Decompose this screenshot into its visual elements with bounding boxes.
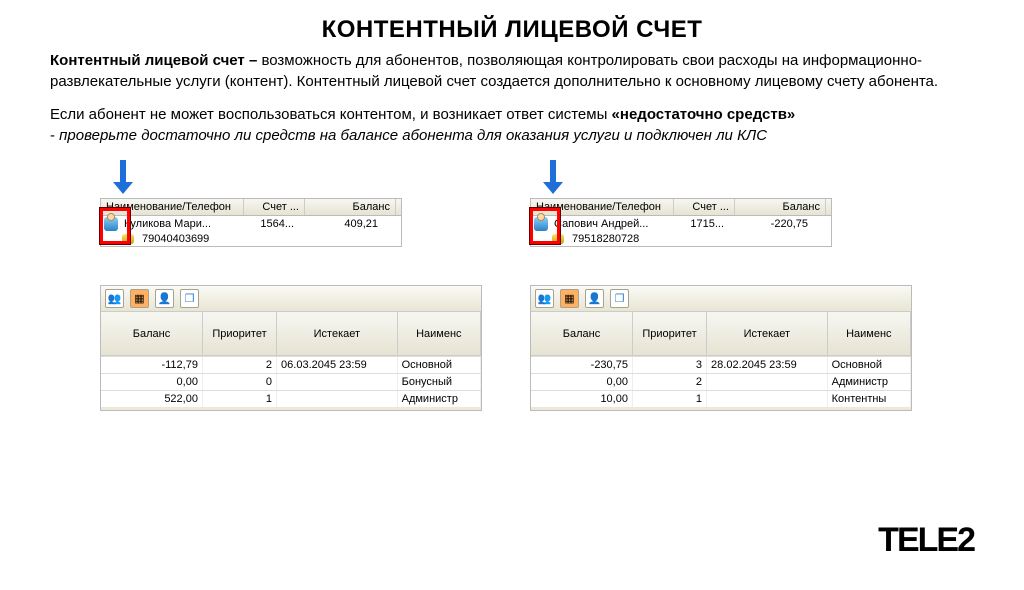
- toolbar-icon-2[interactable]: ▦: [130, 289, 149, 308]
- desc-p2: Если абонент не может воспользоваться ко…: [50, 106, 612, 123]
- subscriber-panel: Наименование/Телефон Счет ... Баланс Кул…: [100, 198, 402, 247]
- grid-col-name: Наименс: [828, 312, 911, 356]
- grid-row[interactable]: -230,75 3 28.02.2045 23:59 Основной: [531, 356, 911, 373]
- subscriber-balance: 409,21: [296, 218, 380, 230]
- arrow-down-icon: [542, 160, 564, 196]
- balance-grid-panel: 👥 ▦ 👤 ❐ Баланс Приоритет Истекает Наимен…: [530, 285, 912, 411]
- col-account: Счет ...: [674, 199, 735, 215]
- arrow-down-icon: [112, 160, 134, 196]
- subscriber-account: 1715...: [672, 218, 726, 230]
- grid-row[interactable]: 0,00 0 Бонусный: [101, 373, 481, 390]
- grid-toolbar: 👥 ▦ 👤 ❐: [101, 286, 481, 312]
- person-icon: [534, 217, 548, 231]
- grid-row[interactable]: 522,00 1 Администр: [101, 390, 481, 407]
- grid-toolbar: 👥 ▦ 👤 ❐: [531, 286, 911, 312]
- toolbar-icon-4[interactable]: ❐: [610, 289, 629, 308]
- desc-p2-bold: «недостаточно средств»: [612, 106, 796, 123]
- grid-col-expires: Истекает: [707, 312, 828, 356]
- col-account: Счет ...: [244, 199, 305, 215]
- phone-row[interactable]: 79518280728: [531, 232, 831, 246]
- desc-p3-dash: -: [50, 127, 59, 144]
- page-title: КОНТЕНТНЫЙ ЛИЦЕВОЙ СЧЕТ: [0, 16, 1024, 44]
- left-column: Наименование/Телефон Счет ... Баланс Кул…: [100, 164, 490, 411]
- subscriber-row[interactable]: Куликова Мари... 1564... 409,21: [101, 216, 401, 232]
- grid-col-name: Наименс: [398, 312, 481, 356]
- subscriber-account: 1564...: [242, 218, 296, 230]
- desc-lead: Контентный лицевой счет –: [50, 52, 261, 69]
- balance-grid-panel: 👥 ▦ 👤 ❐ Баланс Приоритет Истекает Наимен…: [100, 285, 482, 411]
- phone-number: 79518280728: [570, 233, 641, 245]
- grid-row[interactable]: 0,00 2 Администр: [531, 373, 911, 390]
- grid-col-priority: Приоритет: [633, 312, 707, 356]
- right-column: Наименование/Телефон Счет ... Баланс Сап…: [530, 164, 920, 411]
- toolbar-icon-3[interactable]: 👤: [585, 289, 604, 308]
- subscriber-panel: Наименование/Телефон Счет ... Баланс Сап…: [530, 198, 832, 247]
- subscriber-name: Сапович Андрей...: [552, 218, 672, 230]
- grid-col-expires: Истекает: [277, 312, 398, 356]
- grid-col-balance: Баланс: [101, 312, 203, 356]
- grid-row[interactable]: 10,00 1 Контентны: [531, 390, 911, 407]
- toolbar-icon-4[interactable]: ❐: [180, 289, 199, 308]
- desc-p3: проверьте достаточно ли средств на балан…: [59, 127, 767, 144]
- phone-number: 79040403699: [140, 233, 211, 245]
- subscriber-balance: -220,75: [726, 218, 810, 230]
- phone-row[interactable]: 79040403699: [101, 232, 401, 246]
- tele2-logo: TELE2: [878, 521, 974, 560]
- description-block: Контентный лицевой счет – возможность дл…: [50, 50, 964, 146]
- col-balance: Баланс: [305, 199, 396, 215]
- grid-col-balance: Баланс: [531, 312, 633, 356]
- toolbar-icon-1[interactable]: 👥: [535, 289, 554, 308]
- subscriber-row[interactable]: Сапович Андрей... 1715... -220,75: [531, 216, 831, 232]
- grid-row[interactable]: -112,79 2 06.03.2045 23:59 Основной: [101, 356, 481, 373]
- subscriber-name: Куликова Мари...: [122, 218, 242, 230]
- toolbar-icon-3[interactable]: 👤: [155, 289, 174, 308]
- person-icon: [104, 217, 118, 231]
- toolbar-icon-2[interactable]: ▦: [560, 289, 579, 308]
- grid-col-priority: Приоритет: [203, 312, 277, 356]
- col-balance: Баланс: [735, 199, 826, 215]
- toolbar-icon-1[interactable]: 👥: [105, 289, 124, 308]
